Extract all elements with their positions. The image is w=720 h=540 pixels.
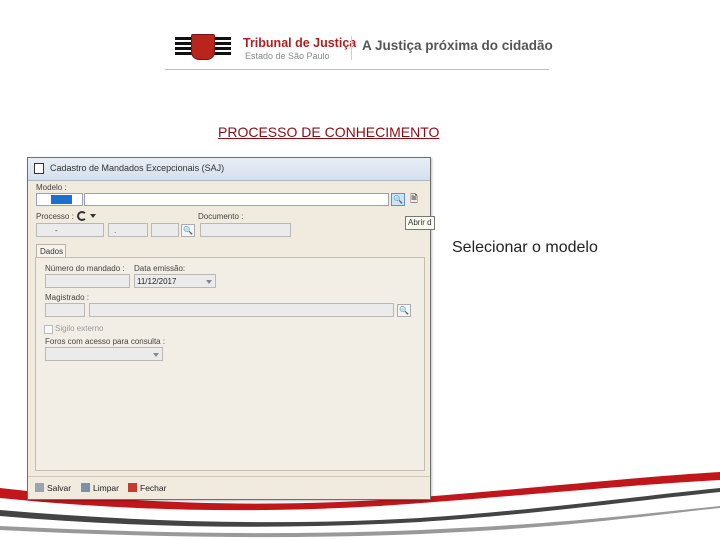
window-titlebar: Cadastro de Mandados Excepcionais (SAJ) <box>28 158 430 181</box>
numero-mandado-label: Número do mandado : <box>45 264 125 273</box>
modelo-search-button[interactable]: 🔍 <box>391 193 405 206</box>
tjsp-logo <box>175 33 231 61</box>
chevron-down-icon <box>153 353 159 357</box>
chevron-down-icon <box>206 280 212 284</box>
instruction-text: Selecionar o modelo <box>452 239 598 256</box>
window-title: Cadastro de Mandados Excepcionais (SAJ) <box>50 163 225 173</box>
magistrado-name-input[interactable] <box>89 303 394 317</box>
logo-divider <box>351 36 352 60</box>
org-subtitle: Estado de São Paulo <box>245 51 330 61</box>
coat-of-arms-icon <box>191 34 215 60</box>
documento-input[interactable] <box>200 223 291 237</box>
numero-mandado-input[interactable] <box>45 274 130 288</box>
eraser-icon <box>81 483 90 492</box>
open-document-icon[interactable]: 🗎 <box>408 193 420 207</box>
documento-label: Documento : <box>198 212 244 221</box>
magistrado-code-input[interactable] <box>45 303 85 317</box>
save-button[interactable]: Salvar <box>35 483 71 493</box>
processo-label: Processo : <box>36 212 74 221</box>
close-button[interactable]: Fechar <box>128 483 166 493</box>
foros-select[interactable] <box>45 347 163 361</box>
save-icon <box>35 483 44 492</box>
tab-dados[interactable]: Dados <box>36 244 66 258</box>
close-label: Fechar <box>140 483 167 493</box>
mandados-window: Cadastro de Mandados Excepcionais (SAJ) … <box>27 157 435 500</box>
window-footer: Salvar Limpar Fechar <box>28 476 430 500</box>
page-title: PROCESSO DE CONHECIMENTO <box>218 124 440 140</box>
data-emissao-value: 11/12/2017 <box>137 277 177 286</box>
data-emissao-select[interactable]: 11/12/2017 <box>134 274 216 288</box>
data-emissao-label: Data emissão: <box>134 264 186 273</box>
processo-number-input[interactable]: - <box>36 223 104 237</box>
app-icon <box>34 163 44 174</box>
processo-digit-input[interactable]: . <box>108 223 148 237</box>
foros-label: Foros com acesso para consulta : <box>45 337 166 346</box>
processo-search-button[interactable]: 🔍 <box>181 224 195 237</box>
processo-foro-input[interactable] <box>151 223 179 237</box>
modelo-code-selection <box>51 195 72 204</box>
open-tooltip: Abrir d <box>405 216 435 230</box>
modelo-label: Modelo : <box>36 183 67 192</box>
magistrado-search-button[interactable]: 🔍 <box>397 304 411 317</box>
sigilo-label: Sigilo externo <box>55 324 104 333</box>
sigilo-checkbox[interactable] <box>44 325 53 334</box>
dados-panel: Número do mandado : Data emissão: 11/12/… <box>35 257 425 471</box>
modelo-description-input[interactable] <box>84 193 389 206</box>
processo-digit-separator: . <box>114 226 117 235</box>
clear-label: Limpar <box>93 483 119 493</box>
exit-icon <box>128 483 137 492</box>
magistrado-label: Magistrado : <box>45 293 90 302</box>
refresh-icon[interactable] <box>77 211 87 221</box>
org-name: Tribunal de Justiça <box>243 36 357 50</box>
processo-number-separator: - <box>55 226 58 235</box>
chevron-down-icon[interactable] <box>90 214 96 218</box>
clear-button[interactable]: Limpar <box>81 483 119 493</box>
save-label: Salvar <box>47 483 72 493</box>
header-divider <box>165 69 549 70</box>
slogan: A Justiça próxima do cidadão <box>362 38 553 53</box>
